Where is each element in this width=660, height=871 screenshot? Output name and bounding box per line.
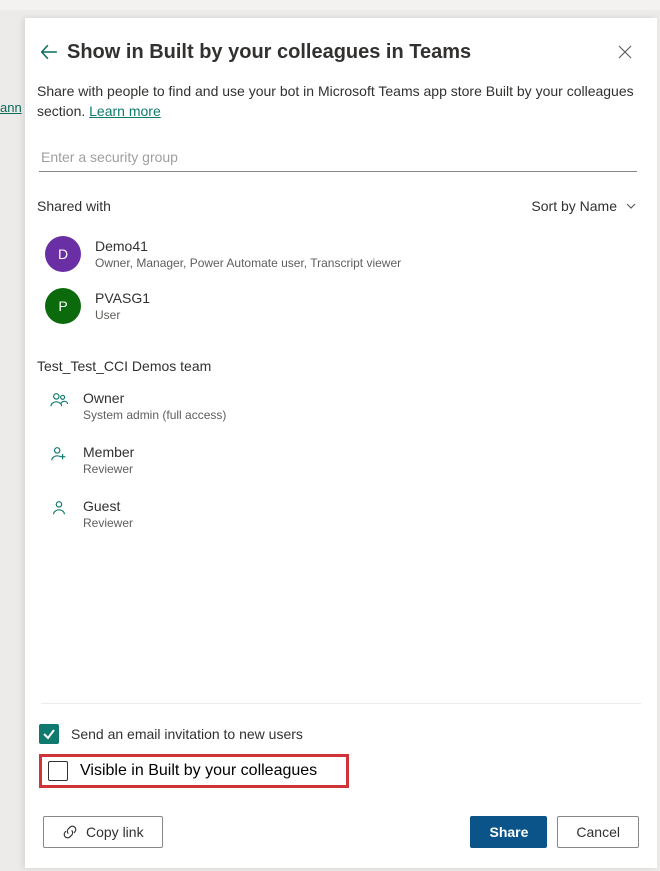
checkbox-unchecked[interactable] [48, 761, 68, 781]
sort-label: Sort by Name [531, 198, 617, 214]
security-group-input[interactable] [39, 143, 637, 172]
role-desc: Reviewer [83, 462, 134, 476]
spacer [25, 540, 657, 703]
cancel-button[interactable]: Cancel [557, 816, 639, 848]
panel-title: Show in Built by your colleagues in Team… [67, 41, 613, 64]
role-item-guest[interactable]: Guest Reviewer [25, 486, 657, 540]
app-background: ann Show in Built by your colleagues in … [0, 0, 660, 871]
team-roles: Owner System admin (full access) Member … [25, 378, 657, 540]
close-button[interactable] [613, 40, 637, 64]
shared-list: D Demo41 Owner, Manager, Power Automate … [25, 222, 657, 332]
search-wrap [25, 121, 657, 174]
role-text: Member Reviewer [83, 444, 134, 476]
item-text: Demo41 Owner, Manager, Power Automate us… [95, 238, 401, 270]
send-email-option[interactable]: Send an email invitation to new users [39, 720, 643, 748]
avatar: P [45, 288, 81, 324]
arrow-left-icon [40, 43, 58, 61]
options-section: Send an email invitation to new users Vi… [25, 704, 657, 798]
item-text: PVASG1 User [95, 290, 150, 322]
shared-with-header: Shared with Sort by Name [25, 174, 657, 222]
learn-more-link[interactable]: Learn more [89, 103, 161, 119]
item-roles: Owner, Manager, Power Automate user, Tra… [95, 256, 401, 270]
visible-label: Visible in Built by your colleagues [80, 762, 317, 780]
sort-dropdown[interactable]: Sort by Name [531, 198, 637, 214]
checkmark-icon [42, 727, 56, 741]
role-desc: System admin (full access) [83, 408, 226, 422]
copy-link-button[interactable]: Copy link [43, 816, 163, 848]
link-icon [62, 824, 78, 840]
close-icon [618, 45, 632, 59]
avatar: D [45, 236, 81, 272]
share-button[interactable]: Share [470, 816, 547, 848]
role-item-member[interactable]: Member Reviewer [25, 432, 657, 486]
panel-header: Show in Built by your colleagues in Team… [25, 18, 657, 70]
share-label: Share [489, 824, 528, 840]
list-item[interactable]: P PVASG1 User [45, 280, 637, 332]
topbar-stub [0, 0, 660, 10]
checkbox-checked[interactable] [39, 724, 59, 744]
team-name: Test_Test_CCI Demos team [25, 332, 657, 378]
panel-footer: Copy link Share Cancel [25, 798, 657, 868]
sidebar-stub: ann [0, 100, 25, 500]
role-name: Guest [83, 498, 133, 514]
send-email-label: Send an email invitation to new users [71, 726, 303, 742]
copy-link-label: Copy link [86, 824, 144, 840]
role-item-owner[interactable]: Owner System admin (full access) [25, 378, 657, 432]
item-name: Demo41 [95, 238, 401, 254]
role-text: Guest Reviewer [83, 498, 133, 530]
item-name: PVASG1 [95, 290, 150, 306]
panel-subtext: Share with people to find and use your b… [25, 70, 657, 121]
role-name: Member [83, 444, 134, 460]
role-name: Owner [83, 390, 226, 406]
person-add-icon [49, 444, 69, 464]
shared-with-label: Shared with [37, 198, 111, 214]
people-icon [49, 390, 69, 410]
sidebar-text: ann [0, 100, 22, 115]
chevron-down-icon [625, 200, 637, 212]
person-icon [49, 498, 69, 518]
cancel-label: Cancel [576, 824, 620, 840]
list-item[interactable]: D Demo41 Owner, Manager, Power Automate … [45, 228, 637, 280]
visible-option-highlight: Visible in Built by your colleagues [39, 754, 349, 788]
back-button[interactable] [35, 38, 63, 66]
role-desc: Reviewer [83, 516, 133, 530]
item-roles: User [95, 308, 150, 322]
role-text: Owner System admin (full access) [83, 390, 226, 422]
share-panel: Show in Built by your colleagues in Team… [25, 18, 657, 868]
